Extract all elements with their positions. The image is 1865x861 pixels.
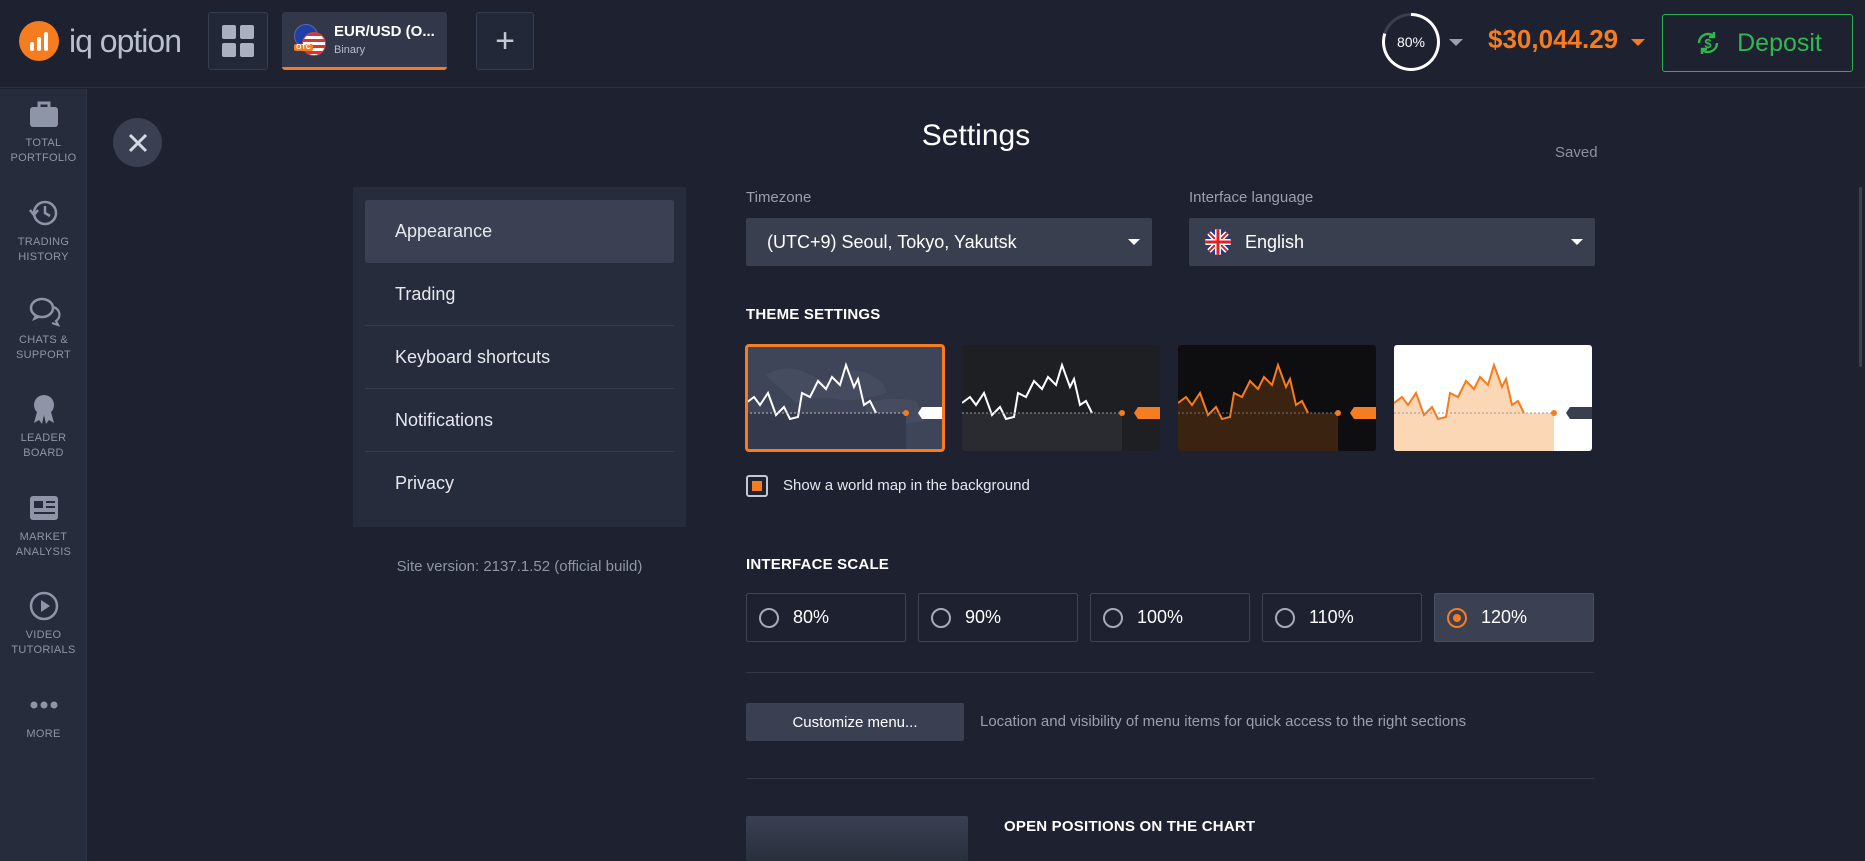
divider — [746, 672, 1594, 673]
theme-option-1[interactable] — [745, 344, 945, 452]
nav-item-appearance[interactable]: Appearance — [365, 200, 674, 263]
svg-text:$: $ — [1704, 36, 1712, 51]
sidebar-item-market-analysis[interactable]: MARKET ANALYSIS — [0, 492, 87, 560]
eur-usd-flag-icon: OTC — [294, 23, 326, 56]
sidebar-item-more[interactable]: MORE — [0, 689, 87, 742]
otc-badge: OTC — [294, 43, 313, 51]
chevron-down-icon — [1128, 239, 1140, 245]
plus-icon: + — [495, 21, 515, 60]
timezone-value: (UTC+9) Seoul, Tokyo, Yakutsk — [767, 231, 1017, 252]
profit-gauge[interactable]: 80% — [1382, 13, 1440, 71]
sidebar-label: MARKET ANALYSIS — [15, 531, 72, 558]
grid-icon — [222, 25, 254, 57]
sidebar-label: TRADING HISTORY — [17, 236, 70, 263]
timezone-select[interactable]: (UTC+9) Seoul, Tokyo, Yakutsk — [746, 218, 1152, 266]
brand-name: iq option — [69, 22, 182, 59]
scale-label: 90% — [965, 607, 1002, 627]
add-asset-button[interactable]: + — [476, 12, 534, 70]
asset-name: EUR/USD (O... — [334, 23, 435, 40]
scale-option-110[interactable]: 110% — [1262, 593, 1422, 642]
deposit-icon: $ — [1697, 32, 1719, 54]
medal-icon — [33, 395, 54, 424]
checkbox-mark — [752, 481, 762, 491]
balance[interactable]: $30,044.29 — [1488, 24, 1618, 55]
deposit-label: Deposit — [1737, 28, 1822, 57]
sidebar-item-chats[interactable]: CHATS & SUPPORT — [0, 295, 87, 363]
more-icon — [30, 701, 57, 709]
apps-grid-button[interactable] — [208, 12, 268, 70]
sidebar-item-leaderboard[interactable]: LEADER BOARD — [0, 393, 87, 461]
divider — [746, 778, 1594, 779]
left-sidebar: TOTAL PORTFOLIO TRADING HISTORY CHATS & SUP… — [0, 89, 87, 861]
customize-menu-button[interactable]: Customize menu... — [746, 703, 964, 741]
logo-icon — [19, 21, 59, 61]
newspaper-icon — [29, 496, 58, 520]
uk-flag-icon — [1205, 229, 1231, 255]
sidebar-label: CHATS & SUPPORT — [15, 334, 72, 361]
nav-item-privacy[interactable]: Privacy — [365, 452, 674, 515]
radio-icon — [931, 607, 951, 628]
radio-selected-icon — [1447, 607, 1467, 628]
interface-scale-title: INTERFACE SCALE — [746, 556, 890, 573]
play-icon — [29, 591, 58, 621]
top-bar: iq option OTC EUR/USD (O... Binary + 80%… — [0, 0, 1865, 88]
radio-icon — [1103, 607, 1123, 628]
deposit-button[interactable]: $ Deposit — [1662, 14, 1853, 72]
scale-label: 120% — [1481, 607, 1528, 627]
nav-item-notifications[interactable]: Notifications — [365, 389, 674, 452]
theme-option-3[interactable] — [1178, 345, 1376, 451]
scale-label: 100% — [1137, 607, 1184, 627]
scale-option-80[interactable]: 80% — [746, 593, 906, 642]
sidebar-item-history[interactable]: TRADING HISTORY — [0, 197, 87, 265]
scale-option-120[interactable]: 120% — [1434, 593, 1594, 642]
asset-type: Binary — [334, 44, 366, 56]
scrollbar[interactable] — [1859, 187, 1862, 367]
scale-label: 110% — [1309, 607, 1354, 627]
world-map-checkbox[interactable] — [746, 475, 768, 497]
site-version: Site version: 2137.1.52 (official build) — [396, 558, 643, 575]
theme-settings-title: THEME SETTINGS — [746, 306, 881, 323]
timezone-label: Timezone — [746, 189, 812, 206]
nav-item-keyboard-shortcuts[interactable]: Keyboard shortcuts — [365, 326, 674, 389]
customize-menu-hint: Location and visibility of menu items fo… — [980, 713, 1467, 730]
language-value: English — [1245, 231, 1305, 252]
open-positions-preview[interactable] — [746, 816, 968, 861]
radio-icon — [759, 607, 779, 628]
scale-label: 80% — [793, 607, 830, 627]
history-icon — [28, 200, 57, 226]
sidebar-label: VIDEO TUTORIALS — [11, 629, 76, 656]
world-map-label[interactable]: Show a world map in the background — [783, 477, 1030, 494]
chevron-down-icon[interactable] — [1449, 39, 1463, 46]
sidebar-item-video-tutorials[interactable]: VIDEO TUTORIALS — [0, 590, 87, 658]
language-label: Interface language — [1189, 189, 1314, 206]
open-positions-title: OPEN POSITIONS ON THE CHART — [1004, 818, 1256, 835]
settings-nav: Appearance Trading Keyboard shortcuts No… — [353, 187, 686, 527]
logo[interactable]: iq option — [19, 21, 182, 61]
radio-icon — [1275, 607, 1295, 628]
scale-option-100[interactable]: 100% — [1090, 593, 1250, 642]
profit-percent: 80% — [1396, 34, 1426, 50]
saved-status: Saved — [1555, 144, 1598, 161]
sidebar-label: LEADER BOARD — [20, 432, 67, 459]
language-select[interactable]: English — [1189, 218, 1595, 266]
sidebar-label: MORE — [26, 728, 61, 740]
chevron-down-icon[interactable] — [1631, 39, 1645, 46]
chat-icon — [29, 297, 61, 327]
asset-tab[interactable]: OTC EUR/USD (O... Binary — [282, 12, 447, 70]
chevron-down-icon — [1571, 239, 1583, 245]
nav-item-trading[interactable]: Trading — [365, 263, 674, 326]
theme-option-2[interactable] — [962, 345, 1160, 451]
scale-option-90[interactable]: 90% — [918, 593, 1078, 642]
theme-option-4[interactable] — [1394, 345, 1592, 451]
